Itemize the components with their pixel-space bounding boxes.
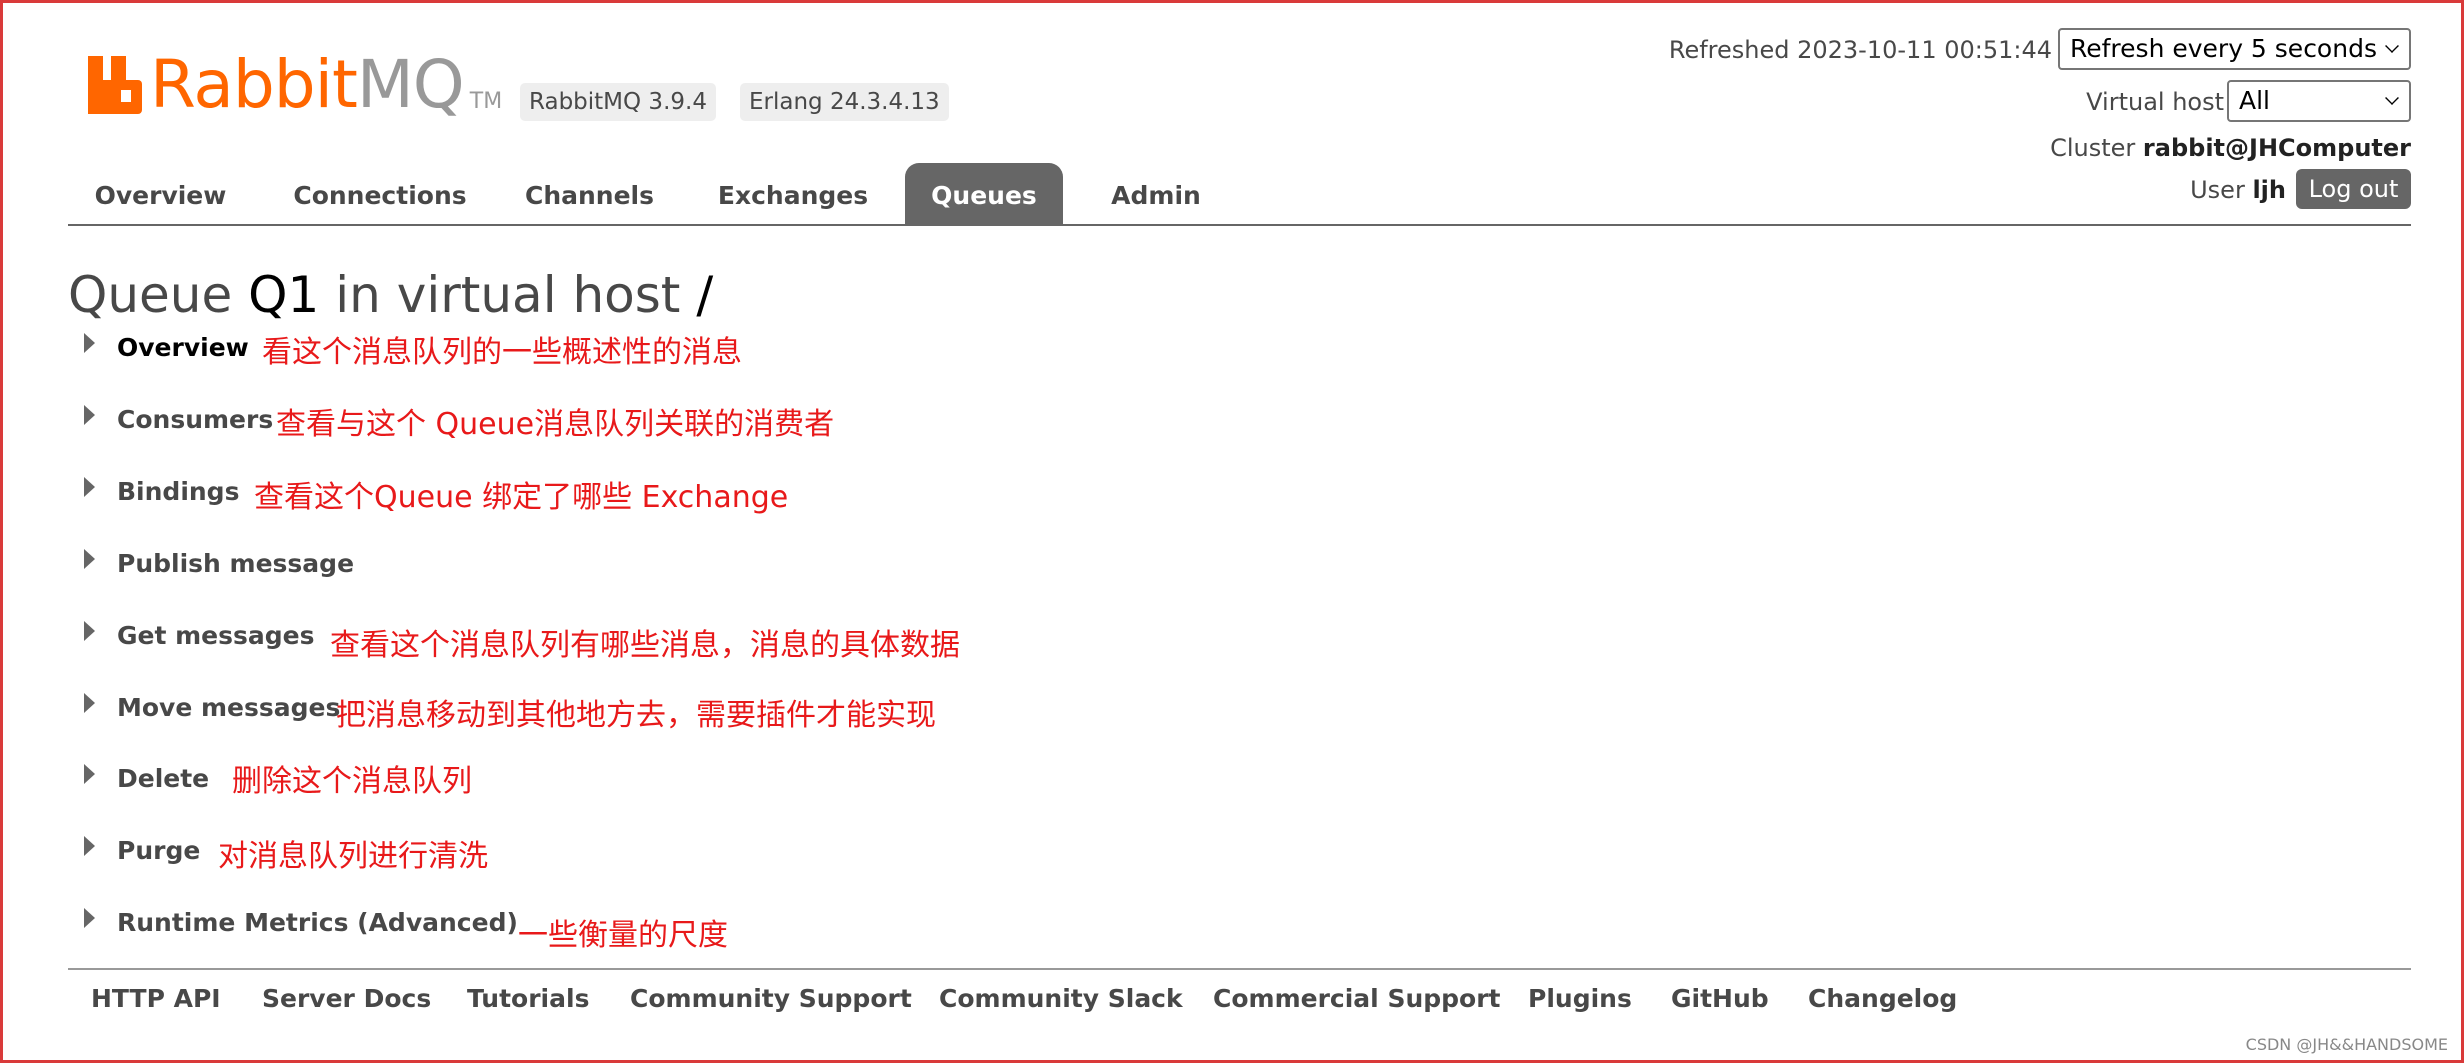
footer-link-commercial-support[interactable]: Commercial Support <box>1213 984 1501 1013</box>
watermark: CSDN @JH&&HANDSOME <box>2245 1035 2448 1054</box>
chevron-down-icon <box>2385 39 2399 53</box>
footer-link-community-slack[interactable]: Community Slack <box>939 984 1183 1013</box>
section-publish-message[interactable]: Publish message <box>84 543 354 583</box>
expand-triangle-icon <box>84 836 95 856</box>
section-overview[interactable]: Overview <box>84 327 249 367</box>
section-label: Purge <box>117 835 201 865</box>
expand-triangle-icon <box>84 477 95 497</box>
annotation-note: 删除这个消息队列 <box>232 764 472 799</box>
cluster-info: Cluster rabbit@JHComputer <box>2050 134 2411 162</box>
section-label: Overview <box>117 332 249 362</box>
expand-triangle-icon <box>84 693 95 713</box>
annotation-note: 把消息移动到其他地方去，需要插件才能实现 <box>336 698 936 733</box>
section-label: Runtime Metrics (Advanced) <box>117 907 518 937</box>
tab-queues[interactable]: Queues <box>905 163 1063 225</box>
section-consumers[interactable]: Consumers <box>84 399 273 439</box>
chevron-down-icon <box>2385 91 2399 105</box>
section-label: Delete <box>117 763 210 793</box>
section-bindings[interactable]: Bindings <box>84 471 239 511</box>
annotation-note: 查看这个消息队列有哪些消息，消息的具体数据 <box>330 628 960 663</box>
virtual-host-select[interactable]: All <box>2227 80 2411 122</box>
annotation-note: 查看与这个 Queue消息队列关联的消费者 <box>276 407 835 442</box>
section-label: Publish message <box>117 548 355 578</box>
vhost-name: / <box>696 266 714 324</box>
annotation-note: 对消息队列进行清洗 <box>218 839 488 874</box>
section-label: Consumers <box>117 404 274 434</box>
expand-triangle-icon <box>84 549 95 569</box>
footer-link-http-api[interactable]: HTTP API <box>91 984 221 1013</box>
refreshed-timestamp: Refreshed 2023-10-11 00:51:44 <box>1668 36 2052 64</box>
rabbitmq-version-badge: RabbitMQ 3.9.4 <box>520 83 716 121</box>
tab-admin[interactable]: Admin <box>1086 163 1226 225</box>
erlang-version-badge: Erlang 24.3.4.13 <box>740 83 949 121</box>
cluster-name: rabbit@JHComputer <box>2142 134 2411 162</box>
logo-trademark: TM <box>469 89 503 114</box>
tab-exchanges[interactable]: Exchanges <box>698 163 888 225</box>
footer-link-github[interactable]: GitHub <box>1671 984 1769 1013</box>
footer-link-tutorials[interactable]: Tutorials <box>467 984 589 1013</box>
tab-connections[interactable]: Connections <box>280 163 480 225</box>
main-tabs: Overview Connections Channels Exchanges … <box>68 163 2411 225</box>
section-label: Bindings <box>117 476 240 506</box>
section-label: Get messages <box>117 620 315 650</box>
section-get-messages[interactable]: Get messages <box>84 615 315 655</box>
tab-overview[interactable]: Overview <box>68 163 253 225</box>
section-delete[interactable]: Delete <box>84 758 209 798</box>
tab-channels[interactable]: Channels <box>508 163 671 225</box>
section-runtime-metrics[interactable]: Runtime Metrics (Advanced) <box>84 902 518 942</box>
expand-triangle-icon <box>84 405 95 425</box>
section-label: Move messages <box>117 692 341 722</box>
expand-triangle-icon <box>84 764 95 784</box>
rabbitmq-logo[interactable]: RabbitMQ TM <box>88 50 502 120</box>
annotation-note: 一些衡量的尺度 <box>518 918 728 953</box>
annotation-note: 看这个消息队列的一些概述性的消息 <box>262 335 742 370</box>
logo-text: RabbitMQ <box>150 46 465 123</box>
rabbitmq-logo-icon <box>88 56 142 114</box>
footer-divider <box>68 968 2411 970</box>
section-purge[interactable]: Purge <box>84 830 200 870</box>
refresh-interval-select[interactable]: Refresh every 5 seconds <box>2058 28 2411 70</box>
expand-triangle-icon <box>84 908 95 928</box>
footer-link-community-support[interactable]: Community Support <box>630 984 912 1013</box>
expand-triangle-icon <box>84 333 95 353</box>
queue-name: Q1 <box>248 266 320 324</box>
footer-link-plugins[interactable]: Plugins <box>1528 984 1632 1013</box>
page-title: Queue Q1 in virtual host / <box>68 266 714 324</box>
footer-link-server-docs[interactable]: Server Docs <box>262 984 431 1013</box>
virtual-host-label: Virtual host <box>2086 88 2224 116</box>
tabs-divider <box>68 224 2411 226</box>
annotation-note: 查看这个Queue 绑定了哪些 Exchange <box>254 480 789 515</box>
footer-link-changelog[interactable]: Changelog <box>1808 984 1957 1013</box>
section-move-messages[interactable]: Move messages <box>84 687 340 727</box>
expand-triangle-icon <box>84 621 95 641</box>
